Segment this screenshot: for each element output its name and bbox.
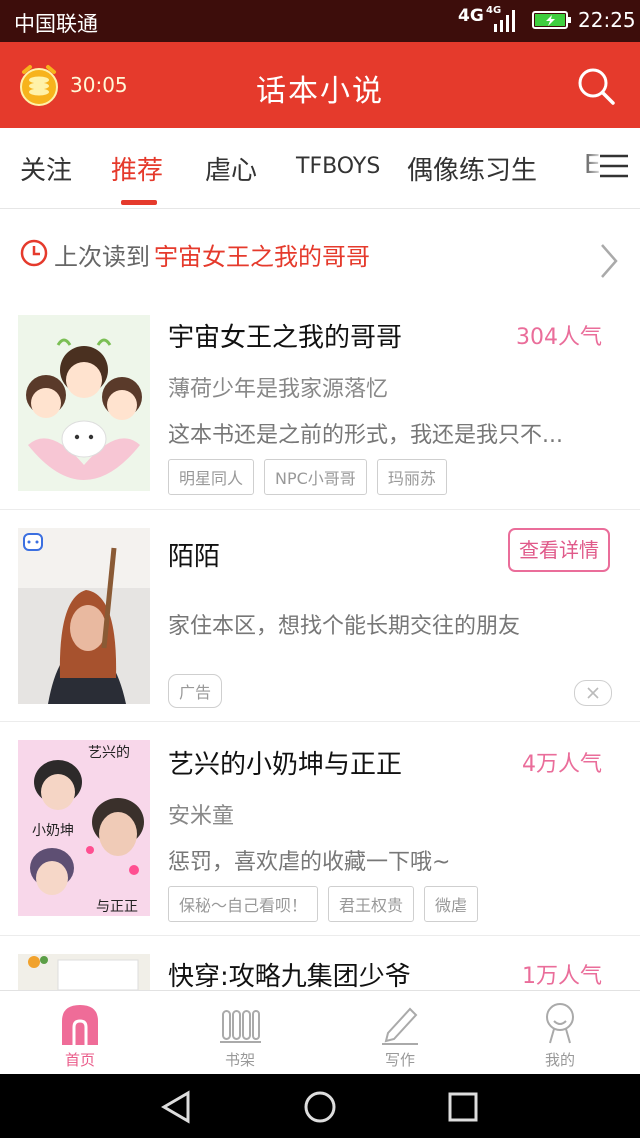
book-author: 薄荷少年是我家源落忆 (168, 377, 389, 402)
system-navigation-bar (0, 1074, 640, 1138)
battery-icon (532, 11, 571, 29)
nav-write-label: 写作 (384, 1051, 415, 1069)
nav-home-label: 首页 (64, 1051, 95, 1069)
pen-icon (382, 1007, 418, 1045)
last-read-label: 上次读到 (54, 243, 150, 271)
last-read-book[interactable]: 宇宙女王之我的哥哥 (154, 237, 370, 272)
book-description: 这本书还是之前的形式，我还是我只不... (168, 423, 563, 448)
clock-icon (20, 239, 48, 267)
clock-time: 22:25 (578, 8, 636, 32)
home-icon (62, 1005, 98, 1045)
view-details-button[interactable]: 查看详情 (508, 528, 610, 572)
signal-icon (494, 10, 515, 32)
tab-heartbreak[interactable]: 虐心 (205, 150, 257, 187)
nav-profile-label: 我的 (544, 1051, 575, 1069)
bottom-navigation: 首页 书架 写作 我的 (0, 990, 640, 1075)
ad-item[interactable]: 陌陌 查看详情 家住本区，想找个能长期交往的朋友 广告 (0, 510, 640, 722)
book-popularity: 1万人气 (522, 964, 602, 989)
back-icon[interactable] (160, 1090, 194, 1124)
book-cover[interactable] (18, 954, 150, 990)
ad-image[interactable] (18, 528, 150, 704)
recent-apps-icon[interactable] (446, 1090, 480, 1124)
ad-badge: 广告 (168, 674, 223, 708)
book-author: 安米童 (168, 804, 235, 829)
book-item[interactable]: 宇宙女王之我的哥哥 304人气 薄荷少年是我家源落忆 这本书还是之前的形式，我还… (0, 295, 640, 510)
tag[interactable]: 保秘～自己看呗！ (168, 886, 319, 922)
menu-icon[interactable] (598, 152, 630, 180)
ad-description: 家住本区，想找个能长期交往的朋友 (168, 614, 521, 639)
cover-caption: 与正正 (96, 899, 138, 915)
book-tags: 保秘～自己看呗！ 君王权贵 微虐 (168, 886, 479, 922)
book-popularity: 304人气 (516, 325, 602, 350)
book-title[interactable]: 快穿:攻略九集团少爷 (168, 956, 411, 990)
nav-home[interactable]: 首页 (0, 991, 160, 1075)
nav-bookshelf-label: 书架 (224, 1051, 255, 1069)
carrier-name: 中国联通 (14, 12, 98, 36)
profile-icon (546, 1003, 574, 1044)
tag[interactable]: NPC小哥哥 (264, 459, 367, 495)
status-bar: 中国联通 4G 4G 22:25 (0, 0, 640, 42)
book-cover[interactable] (18, 315, 150, 491)
tag[interactable]: 明星同人 (168, 459, 255, 495)
search-icon[interactable] (576, 66, 616, 106)
category-tabs: 关注 推荐 虐心 TFBOYS 偶像练习生 E (0, 128, 640, 209)
cover-caption: 小奶坤 (32, 823, 74, 839)
page-title: 话本小说 (256, 74, 384, 109)
book-tags: 明星同人 NPC小哥哥 玛丽苏 (168, 459, 447, 495)
cover-caption: 艺兴的 (88, 745, 130, 761)
network-type: 4G (458, 6, 484, 26)
tab-follow[interactable]: 关注 (20, 150, 72, 187)
book-cover[interactable]: 艺兴的 小奶坤 与正正 (18, 740, 150, 916)
book-description: 惩罚，喜欢虐的收藏一下哦~ (168, 850, 451, 875)
bookshelf-icon (220, 1010, 261, 1043)
tag[interactable]: 君王权贵 (328, 886, 415, 922)
app-header: 30:05 话本小说 (0, 42, 640, 128)
tab-recommend[interactable]: 推荐 (111, 150, 163, 187)
tab-tfboys[interactable]: TFBOYS (296, 154, 380, 179)
close-ad-button[interactable] (574, 680, 612, 706)
book-title[interactable]: 艺兴的小奶坤与正正 (168, 744, 402, 781)
tag[interactable]: 玛丽苏 (376, 459, 447, 495)
book-item[interactable]: 快穿:攻略九集团少爷 1万人气 (0, 936, 640, 990)
book-title[interactable]: 宇宙女王之我的哥哥 (168, 317, 402, 354)
book-popularity: 4万人气 (522, 752, 602, 777)
nav-write[interactable]: 写作 (320, 991, 480, 1075)
tag[interactable]: 微虐 (424, 886, 479, 922)
nav-bookshelf[interactable]: 书架 (160, 991, 320, 1075)
book-item[interactable]: 艺兴的 小奶坤 与正正 艺兴的小奶坤与正正 4万人气 安米童 惩罚，喜欢虐的收藏… (0, 722, 640, 936)
ad-title[interactable]: 陌陌 (168, 536, 220, 573)
active-tab-indicator (121, 200, 157, 205)
close-icon (587, 687, 599, 699)
tab-idol-trainee[interactable]: 偶像练习生 (407, 150, 537, 187)
home-button-icon[interactable] (303, 1090, 337, 1124)
nav-profile[interactable]: 我的 (480, 991, 640, 1075)
chevron-right-icon[interactable] (598, 241, 620, 281)
last-read-banner[interactable]: 上次读到 宇宙女王之我的哥哥 (0, 209, 640, 295)
